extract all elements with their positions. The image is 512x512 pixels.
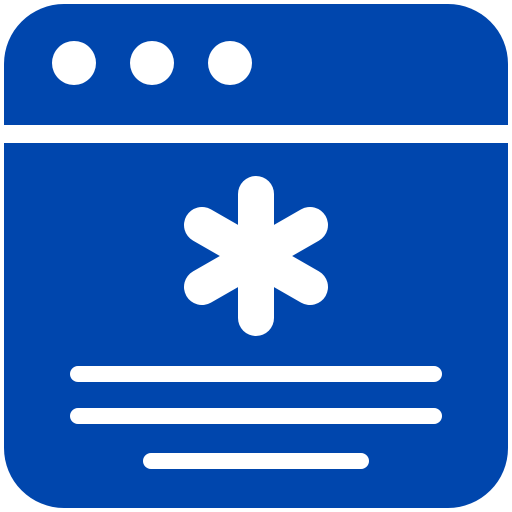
- medical-web-page-icon: [0, 0, 512, 512]
- window-dot: [130, 41, 174, 85]
- icon-canvas: [4, 4, 508, 508]
- window-dot: [208, 41, 252, 85]
- window-dot: [52, 41, 96, 85]
